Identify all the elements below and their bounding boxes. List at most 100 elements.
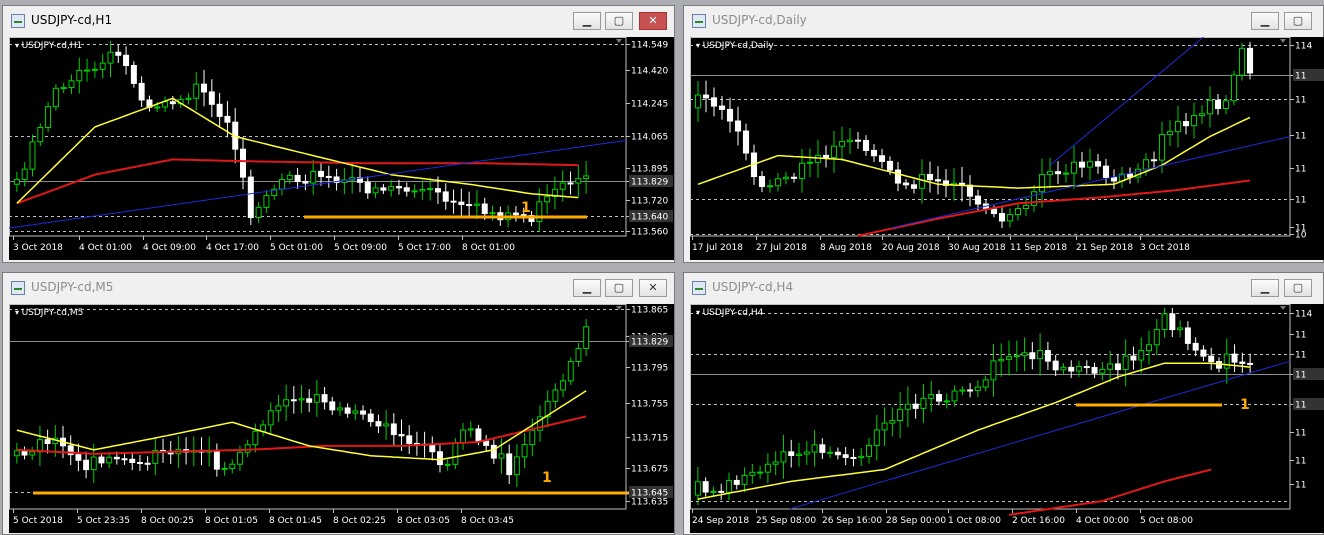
candle-body bbox=[460, 429, 467, 444]
candle-body bbox=[819, 444, 826, 453]
candle-body bbox=[279, 178, 286, 190]
title-bar[interactable]: USDJPY-cd,Daily ▁ ▢ bbox=[684, 6, 1323, 36]
candle-body bbox=[1192, 342, 1199, 351]
time-label: 17 Jul 2018 bbox=[692, 243, 743, 253]
minimize-button[interactable]: ▁ bbox=[1251, 279, 1279, 297]
candle-body bbox=[29, 141, 36, 170]
moving-average-slow bbox=[1008, 468, 1212, 516]
price-chart[interactable]: 1 114 11 11 11 11 11 11 11 24 Sep 2018 25 Sep 08:0… bbox=[690, 304, 1324, 533]
time-label: 30 Aug 2018 bbox=[948, 243, 1006, 253]
candle-body bbox=[1068, 366, 1075, 372]
time-label: 26 Sep 16:00 bbox=[822, 516, 882, 526]
chart-window-daily[interactable]: USDJPY-cd,Daily ▁ ▢ 114 11 11 11 11 11 11 10 17 … bbox=[683, 5, 1324, 263]
candle-body bbox=[912, 403, 919, 409]
candle-body bbox=[878, 155, 886, 162]
chart-canvas[interactable]: 1113.865113.835113.829113.795113.755113.… bbox=[9, 304, 674, 533]
title-bar[interactable]: USDJPY-cd,H4 ▁ ▢ bbox=[684, 273, 1323, 303]
price-scale[interactable]: 114.549 114.420 114.245 114.065 113.895 113.8… bbox=[626, 41, 673, 238]
candle-body bbox=[918, 173, 926, 189]
candle-body bbox=[129, 458, 136, 463]
title-bar[interactable]: USDJPY-cd,M5 ▁ ▢ ✕ bbox=[3, 273, 674, 303]
chart-window-h1[interactable]: USDJPY-cd,H1 ▁ ▢ ✕ 1 114.549 114.420 114.24… bbox=[2, 5, 675, 263]
price-scale[interactable]: 113.865113.835113.829113.795113.755113.7… bbox=[626, 306, 673, 508]
candle-body bbox=[790, 176, 798, 179]
candle-body bbox=[834, 451, 841, 456]
symbol-label: USDJPY-cd,Daily bbox=[696, 41, 774, 51]
close-button[interactable]: ✕ bbox=[639, 279, 667, 297]
time-label: 4 Oct 09:00 bbox=[143, 243, 196, 253]
candle-body bbox=[583, 326, 590, 349]
candle-body bbox=[1182, 121, 1190, 127]
close-button[interactable]: ✕ bbox=[639, 12, 667, 30]
candle-body bbox=[483, 440, 490, 446]
shift-marker-icon bbox=[616, 39, 622, 43]
candle-body bbox=[255, 206, 262, 219]
time-label: 3 Oct 2018 bbox=[1140, 243, 1190, 253]
time-scale[interactable]: 24 Sep 2018 25 Sep 08:00 26 Sep 16:00 28 Se… bbox=[692, 509, 1193, 526]
minimize-button[interactable]: ▁ bbox=[1251, 12, 1279, 30]
chart-canvas[interactable]: 1 114.549 114.420 114.245 114.065 113.895 113.… bbox=[9, 37, 674, 260]
maximize-button[interactable]: ▢ bbox=[605, 12, 633, 30]
price-label: 11 bbox=[1295, 481, 1306, 491]
chart-window-h4[interactable]: USDJPY-cd,H4 ▁ ▢ 1 114 11 11 11 11 11 11 11 24 Se… bbox=[683, 272, 1324, 535]
maximize-icon: ▢ bbox=[613, 281, 625, 294]
title-bar[interactable]: USDJPY-cd,H1 ▁ ▢ ✕ bbox=[3, 6, 674, 36]
chart-canvas[interactable]: 1 114 11 11 11 11 11 11 11 24 Sep 2018 25 Sep 08:0… bbox=[690, 304, 1324, 533]
chart-window-m5[interactable]: USDJPY-cd,M5 ▁ ▢ ✕ 1113.865113.835113.82… bbox=[2, 272, 675, 535]
candle-body bbox=[718, 105, 726, 110]
price-scale[interactable]: 114 11 11 11 11 11 11 11 bbox=[1290, 310, 1324, 491]
price-label: 11 bbox=[1295, 351, 1306, 361]
candle-body bbox=[559, 182, 566, 190]
candle-body bbox=[694, 481, 701, 496]
time-scale[interactable]: 17 Jul 2018 27 Jul 2018 8 Aug 2018 20 Aug 2… bbox=[692, 236, 1190, 253]
price-label: 11 bbox=[1295, 457, 1306, 467]
candle-body bbox=[881, 422, 888, 431]
time-label: 8 Oct 00:25 bbox=[141, 516, 194, 526]
time-scale[interactable]: 5 Oct 2018 5 Oct 23:35 8 Oct 00:25 8 Oct 01… bbox=[13, 509, 514, 526]
candle-body bbox=[718, 490, 725, 493]
candle-body bbox=[352, 410, 359, 414]
price-chart[interactable]: 114 11 11 11 11 11 11 10 17 Jul 2018 27 Jul 2018 8… bbox=[690, 37, 1324, 260]
price-label: 11 bbox=[1295, 132, 1306, 142]
candle-body bbox=[452, 442, 459, 465]
trend-line[interactable] bbox=[9, 139, 627, 229]
candle-body bbox=[1222, 100, 1230, 109]
minimize-button[interactable]: ▁ bbox=[573, 279, 601, 297]
candle-body bbox=[741, 474, 748, 485]
trend-line[interactable] bbox=[789, 360, 1291, 510]
candle-body bbox=[1038, 174, 1046, 193]
minimize-icon: ▁ bbox=[1260, 14, 1270, 27]
time-label: 1 Oct 08:00 bbox=[948, 516, 1001, 526]
candle-body bbox=[84, 69, 91, 72]
price-label: 113.560 bbox=[631, 228, 668, 238]
chart-canvas[interactable]: 1141111111111111017 Jul 2018 27 Jul 2018 8… bbox=[690, 37, 1324, 260]
candle-body bbox=[1230, 74, 1238, 102]
time-label: 5 Oct 2018 bbox=[13, 516, 63, 526]
minimize-button[interactable]: ▁ bbox=[573, 12, 601, 30]
time-scale[interactable]: 3 Oct 2018 4 Oct 01:00 4 Oct 09:00 4 Oct 17… bbox=[13, 236, 515, 253]
candle-body bbox=[294, 174, 301, 182]
candle-body bbox=[1130, 355, 1137, 361]
price-label: 114 bbox=[1295, 42, 1312, 52]
candle-body bbox=[822, 154, 830, 159]
price-scale[interactable]: 11411111111111110 bbox=[1290, 42, 1324, 241]
price-label: 113.715 bbox=[631, 434, 668, 444]
candle-body bbox=[854, 139, 862, 142]
trend-line[interactable] bbox=[1049, 37, 1210, 166]
candle-body bbox=[1239, 361, 1246, 364]
candle-body bbox=[560, 380, 567, 391]
maximize-button[interactable]: ▢ bbox=[605, 279, 633, 297]
time-label: 28 Sep 00:00 bbox=[886, 516, 946, 526]
maximize-icon: ▢ bbox=[1292, 14, 1304, 27]
candle-body bbox=[13, 178, 20, 185]
candle-body bbox=[1153, 329, 1160, 346]
maximize-button[interactable]: ▢ bbox=[1284, 12, 1312, 30]
price-chart[interactable]: 1 114.549 114.420 114.245 114.065 113.895 113.… bbox=[9, 37, 674, 260]
price-chart[interactable]: 1113.865113.835113.829113.795113.755113.… bbox=[9, 304, 674, 533]
candle-body bbox=[247, 176, 254, 219]
candle-body bbox=[201, 83, 208, 93]
candle-body bbox=[1021, 352, 1028, 357]
maximize-button[interactable]: ▢ bbox=[1284, 279, 1312, 297]
time-label: 4 Oct 17:00 bbox=[206, 243, 259, 253]
candle-body bbox=[1107, 363, 1114, 370]
